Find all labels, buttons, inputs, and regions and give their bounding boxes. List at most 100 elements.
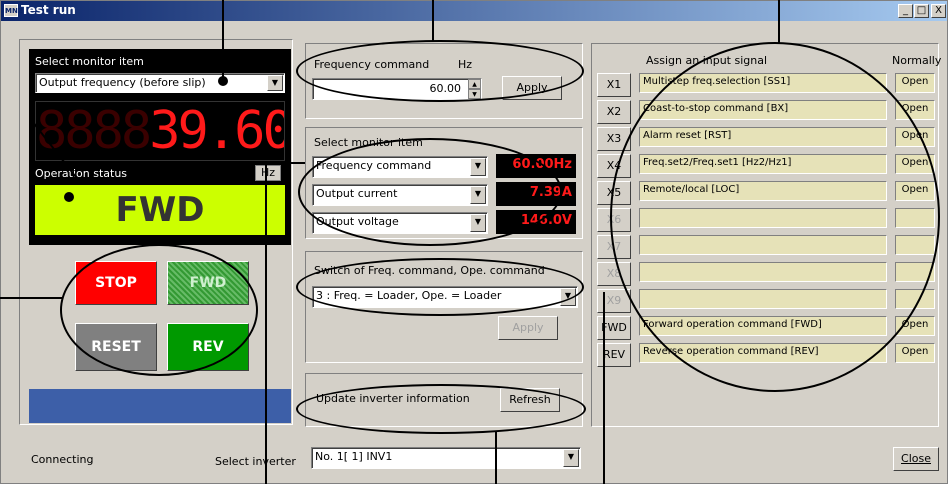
select-monitor-item-label: Select monitor item — [314, 136, 423, 149]
annotation-line — [603, 292, 605, 484]
normally-state[interactable]: Open — [895, 343, 935, 363]
normally-header: Normally — [892, 54, 942, 67]
signal-assignment[interactable]: Remote/local [LOC] — [639, 181, 887, 201]
annotation-line — [0, 297, 62, 299]
title-bar: MN2 Test run _ □ X — [1, 1, 947, 21]
chevron-down-icon[interactable]: ▼ — [560, 288, 576, 306]
display-value: 39.60 — [149, 101, 285, 161]
annotation-dot — [218, 76, 228, 86]
annotation-line — [222, 0, 224, 80]
normally-state[interactable] — [895, 289, 935, 309]
monitor-row-2-select[interactable]: Output current ▼ — [312, 184, 488, 206]
monitor-row-1-select[interactable]: Frequency command ▼ — [312, 156, 488, 178]
close-window-button[interactable]: X — [931, 4, 946, 18]
frequency-apply-button[interactable]: Apply — [502, 76, 562, 100]
frequency-value: 60.00 — [429, 82, 462, 95]
window-title: Test run — [21, 3, 76, 17]
normally-state[interactable]: Open — [895, 127, 935, 147]
display-dim-digits: 8888 — [36, 101, 152, 161]
monitor-item-value: Output frequency (before slip) — [39, 76, 206, 89]
normally-state[interactable]: Open — [895, 73, 935, 93]
normally-state[interactable]: Open — [895, 100, 935, 120]
assign-signal-header: Assign an input signal — [646, 54, 768, 67]
chevron-down-icon[interactable]: ▼ — [563, 449, 579, 467]
monitor-row-3-item: Output voltage — [316, 215, 399, 228]
monitor-item-select[interactable]: Output frequency (before slip) ▼ — [35, 73, 285, 93]
annotation-line — [432, 0, 434, 42]
select-inverter-label: Select inverter — [215, 455, 296, 468]
fwd-button[interactable]: FWD — [167, 261, 249, 305]
update-info-label: Update inverter information — [316, 392, 470, 405]
select-monitor-label: Select monitor item — [35, 55, 144, 68]
signal-assignment[interactable]: Freq.set2/Freq.set1 [Hz2/Hz1] — [639, 154, 887, 174]
annotation-line — [778, 0, 780, 44]
monitor-row-2-item: Output current — [316, 187, 398, 200]
switch-command-value: 3 : Freq. = Loader, Ope. = Loader — [316, 289, 502, 302]
switch-command-group: Switch of Freq. command, Ope. command 3 … — [305, 251, 583, 363]
frequency-unit-label: Hz — [458, 58, 473, 71]
monitor-row-3-select[interactable]: Output voltage ▼ — [312, 212, 488, 234]
refresh-button[interactable]: Refresh — [500, 388, 560, 412]
switch-apply-button[interactable]: Apply — [498, 316, 558, 340]
input-key-x8[interactable]: X8 — [597, 262, 631, 286]
normally-state[interactable] — [895, 235, 935, 255]
monitor-row-1-value: 60.00Hz — [496, 154, 576, 178]
monitor-row-2-value: 7.39A — [496, 182, 576, 206]
signal-assignment[interactable]: Multistep freq.selection [SS1] — [639, 73, 887, 93]
spin-up-icon[interactable]: ▲ — [468, 79, 481, 89]
reset-button[interactable]: RESET — [75, 323, 157, 371]
signal-assignment[interactable] — [639, 208, 887, 228]
rev-button[interactable]: REV — [167, 323, 249, 371]
close-button[interactable]: Close — [893, 447, 939, 471]
frequency-command-group: Frequency command Hz 60.00 ▲ ▼ Apply — [305, 43, 583, 119]
normally-state[interactable]: Open — [895, 316, 935, 336]
frequency-command-label: Frequency command — [314, 58, 430, 71]
chevron-down-icon[interactable]: ▼ — [470, 158, 486, 176]
spin-down-icon[interactable]: ▼ — [468, 89, 481, 99]
annotation-line — [265, 162, 267, 484]
left-panel-footer-bar — [29, 389, 291, 423]
test-run-window: MN2 Test run _ □ X Select monitor item O… — [0, 0, 948, 484]
switch-command-select[interactable]: 3 : Freq. = Loader, Ope. = Loader ▼ — [312, 286, 578, 308]
signal-assignment[interactable]: Alarm reset [RST] — [639, 127, 887, 147]
monitor-items-group: Select monitor item Frequency command ▼ … — [305, 127, 583, 239]
inverter-value: No. 1[ 1] INV1 — [315, 450, 393, 463]
normally-state[interactable] — [895, 208, 935, 228]
maximize-button[interactable]: □ — [914, 4, 929, 18]
input-key-x5[interactable]: X5 — [597, 181, 631, 205]
annotation-line — [265, 162, 305, 164]
minimize-button[interactable]: _ — [898, 4, 913, 18]
signal-assignment[interactable] — [639, 289, 887, 309]
normally-state[interactable]: Open — [895, 154, 935, 174]
annotation-line — [495, 432, 497, 484]
signal-assignment[interactable] — [639, 262, 887, 282]
input-key-x4[interactable]: X4 — [597, 154, 631, 178]
monitor-row-1-item: Frequency command — [316, 159, 432, 172]
monitor-row-3-value: 146.0V — [496, 210, 576, 234]
signal-assignment[interactable]: Coast-to-stop command [BX] — [639, 100, 887, 120]
update-info-group: Update inverter information Refresh — [305, 373, 583, 427]
signal-assignment[interactable]: Forward operation command [FWD] — [639, 316, 887, 336]
annotation-dot — [64, 192, 74, 202]
chevron-down-icon[interactable]: ▼ — [267, 75, 283, 91]
connection-status: Connecting — [31, 453, 94, 466]
run-buttons-area: STOP FWD RESET REV — [29, 249, 291, 387]
input-key-x3[interactable]: X3 — [597, 127, 631, 151]
monitor-display-panel: Select monitor item Output frequency (be… — [29, 49, 291, 245]
switch-command-label: Switch of Freq. command, Ope. command — [314, 264, 545, 277]
normally-state[interactable]: Open — [895, 181, 935, 201]
hz-unit-badge: Hz — [255, 165, 281, 181]
input-key-x6[interactable]: X6 — [597, 208, 631, 232]
chevron-down-icon[interactable]: ▼ — [470, 214, 486, 232]
chevron-down-icon[interactable]: ▼ — [470, 186, 486, 204]
input-key-x7[interactable]: X7 — [597, 235, 631, 259]
input-key-x2[interactable]: X2 — [597, 100, 631, 124]
normally-state[interactable] — [895, 262, 935, 282]
frequency-input[interactable]: 60.00 — [312, 78, 482, 100]
input-key-x1[interactable]: X1 — [597, 73, 631, 97]
stop-button[interactable]: STOP — [75, 261, 157, 305]
signal-assignment[interactable]: Reverse operation command [REV] — [639, 343, 887, 363]
operation-status-label: Operation status — [35, 167, 128, 180]
inverter-select[interactable]: No. 1[ 1] INV1 ▼ — [311, 447, 581, 469]
signal-assignment[interactable] — [639, 235, 887, 255]
